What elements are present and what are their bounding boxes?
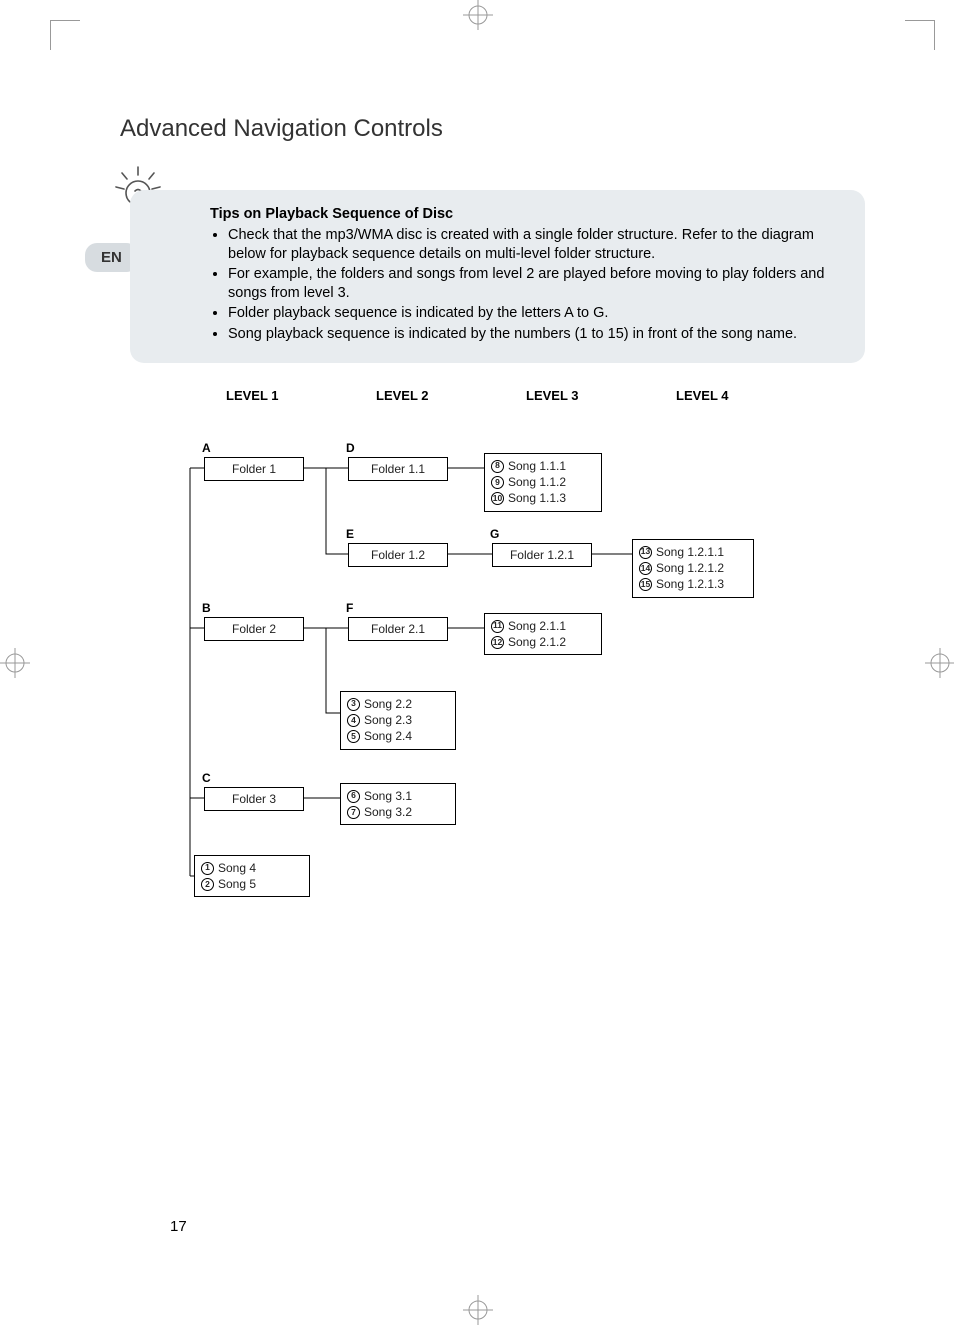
list-item: For example, the folders and songs from …: [228, 265, 843, 302]
crop-mark: [905, 20, 935, 50]
song-number: 4: [347, 714, 360, 727]
song-name: Song 3.2: [364, 804, 412, 820]
song-box: 6 Song 3.1 7 Song 3.2: [340, 783, 456, 825]
level-header: LEVEL 3: [526, 388, 676, 403]
folder-letter: D: [346, 441, 355, 455]
level-header: LEVEL 4: [676, 388, 826, 403]
song-name: Song 2.3: [364, 712, 412, 728]
song-number: 7: [347, 806, 360, 819]
song-box: 13 Song 1.2.1.1 14 Song 1.2.1.2 15 Song 1.2…: [632, 539, 754, 598]
registration-mark-icon: [0, 648, 30, 678]
tips-heading: Tips on Playback Sequence of Disc: [210, 206, 843, 222]
song-name: Song 1.2.1.1: [656, 544, 724, 560]
folder-node: Folder 1.2.1: [492, 543, 592, 567]
list-item: Check that the mp3/WMA disc is created w…: [228, 226, 843, 263]
song-name: Song 4: [218, 860, 256, 876]
song-number: 6: [347, 790, 360, 803]
tips-callout: Tips on Playback Sequence of Disc Check …: [130, 190, 865, 363]
folder-structure-diagram: LEVEL 1 LEVEL 2 LEVEL 3 LEVEL 4: [176, 388, 896, 951]
folder-node: Folder 1.2: [348, 543, 448, 567]
song-number: 9: [491, 476, 504, 489]
registration-mark-icon: [925, 648, 954, 678]
song-box: 8 Song 1.1.1 9 Song 1.1.2 10 Song 1.1.3: [484, 453, 602, 512]
song-number: 10: [491, 492, 504, 505]
page-number: 17: [170, 1218, 187, 1235]
folder-letter: F: [346, 601, 353, 615]
registration-mark-icon: [463, 0, 493, 30]
song-name: Song 3.1: [364, 788, 412, 804]
song-number: 8: [491, 460, 504, 473]
song-number: 5: [347, 730, 360, 743]
list-item: Folder playback sequence is indicated by…: [228, 304, 843, 323]
song-name: Song 1.1.1: [508, 458, 566, 474]
song-box: 1 Song 4 2 Song 5: [194, 855, 310, 897]
list-item: Song playback sequence is indicated by t…: [228, 325, 843, 344]
song-name: Song 2.2: [364, 696, 412, 712]
song-number: 1: [201, 862, 214, 875]
registration-mark-icon: [463, 1295, 493, 1325]
song-number: 13: [639, 546, 652, 559]
song-number: 15: [639, 578, 652, 591]
crop-mark: [50, 20, 80, 50]
folder-letter: E: [346, 527, 354, 541]
folder-node: Folder 2.1: [348, 617, 448, 641]
folder-letter: C: [202, 771, 211, 785]
song-number: 12: [491, 636, 504, 649]
song-name: Song 1.1.3: [508, 490, 566, 506]
song-name: Song 1.2.1.2: [656, 560, 724, 576]
song-name: Song 2.1.2: [508, 634, 566, 650]
song-box: 11 Song 2.1.1 12 Song 2.1.2: [484, 613, 602, 655]
song-name: Song 2.1.1: [508, 618, 566, 634]
song-name: Song 1.1.2: [508, 474, 566, 490]
song-name: Song 1.2.1.3: [656, 576, 724, 592]
song-number: 2: [201, 878, 214, 891]
folder-node: Folder 1.1: [348, 457, 448, 481]
folder-letter: A: [202, 441, 211, 455]
folder-letter: G: [490, 527, 499, 541]
song-name: Song 2.4: [364, 728, 412, 744]
level-header: LEVEL 2: [376, 388, 526, 403]
song-name: Song 5: [218, 876, 256, 892]
folder-letter: B: [202, 601, 211, 615]
tips-list: Check that the mp3/WMA disc is created w…: [210, 226, 843, 343]
song-number: 3: [347, 698, 360, 711]
song-number: 14: [639, 562, 652, 575]
level-header: LEVEL 1: [226, 388, 376, 403]
folder-node: Folder 3: [204, 787, 304, 811]
folder-node: Folder 1: [204, 457, 304, 481]
song-number: 11: [491, 620, 504, 633]
folder-node: Folder 2: [204, 617, 304, 641]
song-box: 3 Song 2.2 4 Song 2.3 5 Song 2.4: [340, 691, 456, 750]
page-title: Advanced Navigation Controls: [120, 115, 905, 143]
